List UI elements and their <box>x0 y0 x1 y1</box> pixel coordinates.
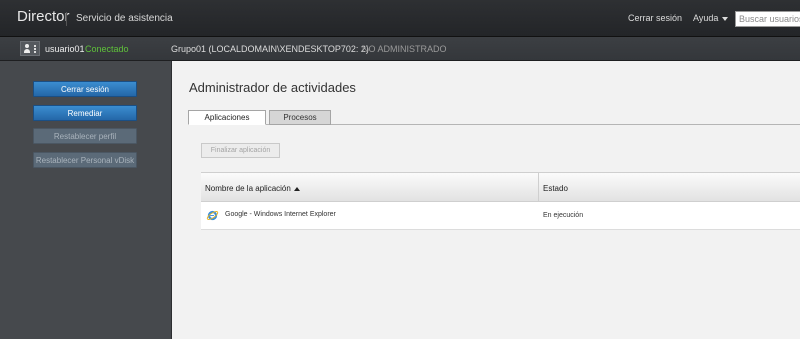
app-brand: Director <box>17 8 70 25</box>
column-header-name-label: Nombre de la aplicación <box>205 184 291 193</box>
page-title: Administrador de actividades <box>189 80 356 95</box>
reset-profile-button: Restablecer perfil <box>33 128 137 144</box>
logoff-button[interactable]: Cerrar sesión <box>33 81 137 97</box>
top-bar: Director Servicio de asistencia Cerrar s… <box>0 0 800 37</box>
user-icon[interactable] <box>20 41 40 56</box>
machine-name: Grupo01 (LOCALDOMAIN\XENDESKTOP702: 2) <box>171 44 369 54</box>
user-bar: usuario01 Conectado Grupo01 (LOCALDOMAIN… <box>0 37 800 61</box>
app-subtitle: Servicio de asistencia <box>76 13 173 24</box>
main-panel: Administrador de actividades Aplicacione… <box>172 61 800 339</box>
logout-link[interactable]: Cerrar sesión <box>628 13 682 23</box>
admin-status: NO ADMINISTRADO <box>362 44 447 54</box>
connection-status: Conectado <box>85 44 129 54</box>
end-application-button: Finalizar aplicación <box>201 143 280 158</box>
tab-processes[interactable]: Procesos <box>269 110 331 125</box>
help-menu[interactable]: Ayuda <box>693 13 729 23</box>
user-icon-body <box>24 49 30 53</box>
chevron-down-icon <box>722 16 729 21</box>
application-name: Google - Windows Internet Explorer <box>225 211 336 218</box>
user-icon-head <box>25 44 29 48</box>
header-divider <box>66 12 67 26</box>
column-header-name[interactable]: Nombre de la aplicación <box>205 184 300 193</box>
table-header: Nombre de la aplicación Estado <box>201 172 800 203</box>
tab-applications[interactable]: Aplicaciones <box>188 110 266 125</box>
more-icon <box>34 45 36 53</box>
sort-ascending-icon <box>293 186 300 191</box>
remediate-button[interactable]: Remediar <box>33 105 137 121</box>
application-status: En ejecución <box>543 212 584 219</box>
reset-vdisk-button: Restablecer Personal vDisk <box>33 152 137 168</box>
table-row[interactable]: Google - Windows Internet Explorer En ej… <box>201 202 800 230</box>
internet-explorer-icon <box>206 210 219 221</box>
search-input[interactable] <box>735 11 800 27</box>
column-header-status[interactable]: Estado <box>543 184 568 193</box>
column-divider <box>538 173 539 203</box>
help-label: Ayuda <box>693 13 719 23</box>
sidebar: Cerrar sesión Remediar Restablecer perfi… <box>0 61 172 339</box>
username: usuario01 <box>45 44 85 54</box>
